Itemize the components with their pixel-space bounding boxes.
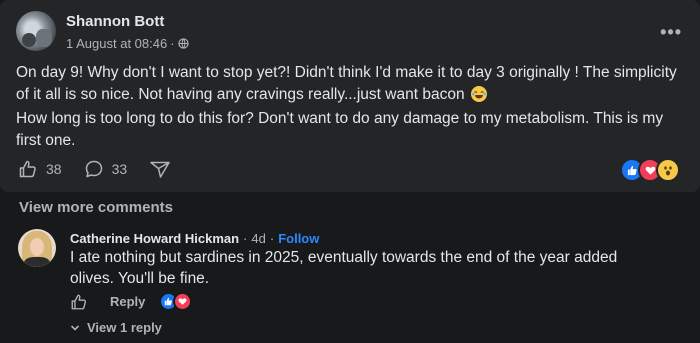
post-reactions[interactable]: [620, 158, 680, 182]
post-author-name[interactable]: Shannon Bott: [66, 13, 164, 30]
globe-icon: [177, 38, 189, 49]
comment-time[interactable]: 4d: [251, 231, 265, 246]
share-icon: [150, 161, 170, 178]
wow-icon: [656, 158, 680, 182]
comment-separator: ·: [243, 231, 248, 246]
post-meta: 1 August at 08:46 ·: [66, 36, 189, 51]
comment-count: 33: [111, 161, 128, 177]
reply-button[interactable]: Reply: [110, 294, 145, 309]
post-card: Shannon Bott 1 August at 08:46 · ••• On …: [0, 0, 700, 192]
share-button[interactable]: [149, 159, 171, 179]
author-avatar[interactable]: [16, 11, 56, 51]
post-paragraph-2: How long is too long to do this for? Don…: [16, 110, 664, 149]
post-actions: 38 33: [18, 159, 193, 179]
comment-like-button[interactable]: [70, 293, 88, 311]
like-count: 38: [46, 161, 62, 177]
comment-text: I ate nothing but sardines in 2025, even…: [70, 249, 618, 287]
laughing-emoji-icon: [470, 86, 487, 102]
thumbs-up-icon: [19, 160, 36, 178]
comment-actions: Reply: [70, 292, 193, 311]
post-paragraph-1: On day 9! Why don't I want to stop yet?!…: [16, 62, 681, 106]
love-icon: [173, 292, 193, 311]
comment-button[interactable]: 33: [84, 159, 128, 179]
comment-reactions[interactable]: [153, 292, 193, 311]
post-date[interactable]: 1 August at 08:46: [66, 36, 167, 51]
chevron-down-icon: [70, 324, 80, 331]
view-more-comments-link[interactable]: View more comments: [19, 199, 173, 216]
post-paragraph-1-text: On day 9! Why don't I want to stop yet?!…: [16, 64, 677, 103]
commenter-avatar[interactable]: [18, 229, 56, 267]
comment-bubble-icon: [85, 160, 102, 178]
meta-separator: ·: [170, 36, 175, 51]
comment-separator-2: ·: [269, 231, 275, 246]
comment-header: Catherine Howard Hickman · 4d · Follow: [70, 231, 319, 246]
view-replies-link[interactable]: View 1 reply: [70, 320, 162, 335]
follow-button[interactable]: Follow: [278, 231, 319, 246]
commenter-name[interactable]: Catherine Howard Hickman: [70, 231, 239, 246]
more-options-icon[interactable]: •••: [660, 22, 682, 43]
like-button[interactable]: 38: [18, 159, 62, 179]
view-replies-label: View 1 reply: [87, 320, 162, 335]
